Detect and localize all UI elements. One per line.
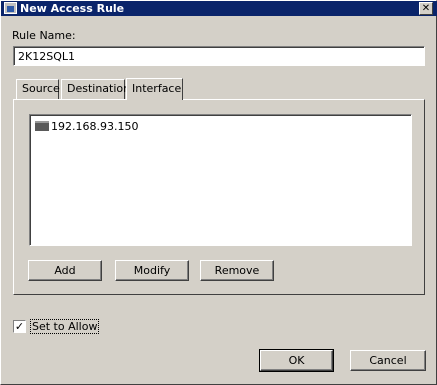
ok-button[interactable]: OK xyxy=(259,349,334,372)
interface-ip-text: 192.168.93.150 xyxy=(51,120,139,133)
rule-name-input[interactable] xyxy=(13,46,425,66)
rule-name-label: Rule Name: xyxy=(12,29,76,42)
set-to-allow-checkbox[interactable]: ✓ xyxy=(13,320,26,333)
modify-button[interactable]: Modify xyxy=(115,260,189,281)
dialog-title: New Access Rule xyxy=(20,2,125,15)
list-item[interactable]: 192.168.93.150 xyxy=(35,120,138,134)
cancel-button[interactable]: Cancel xyxy=(350,350,426,371)
window-app-icon xyxy=(4,2,17,14)
remove-button[interactable]: Remove xyxy=(200,260,274,281)
tab-destination[interactable]: Destination xyxy=(61,79,130,99)
interface-tab-panel: 192.168.93.150 Add Modify Remove xyxy=(13,99,425,295)
set-to-allow-label[interactable]: Set to Allow xyxy=(30,319,100,334)
tab-source[interactable]: Source xyxy=(16,79,60,99)
tab-interface[interactable]: Interface xyxy=(126,78,183,100)
network-interface-icon xyxy=(35,121,49,131)
title-bar[interactable]: New Access Rule ✕ xyxy=(1,1,437,16)
new-access-rule-dialog: New Access Rule ✕ Rule Name: Source Dest… xyxy=(0,0,437,385)
close-button[interactable]: ✕ xyxy=(419,2,433,15)
interface-list[interactable]: 192.168.93.150 xyxy=(29,114,412,246)
add-button[interactable]: Add xyxy=(28,260,102,281)
